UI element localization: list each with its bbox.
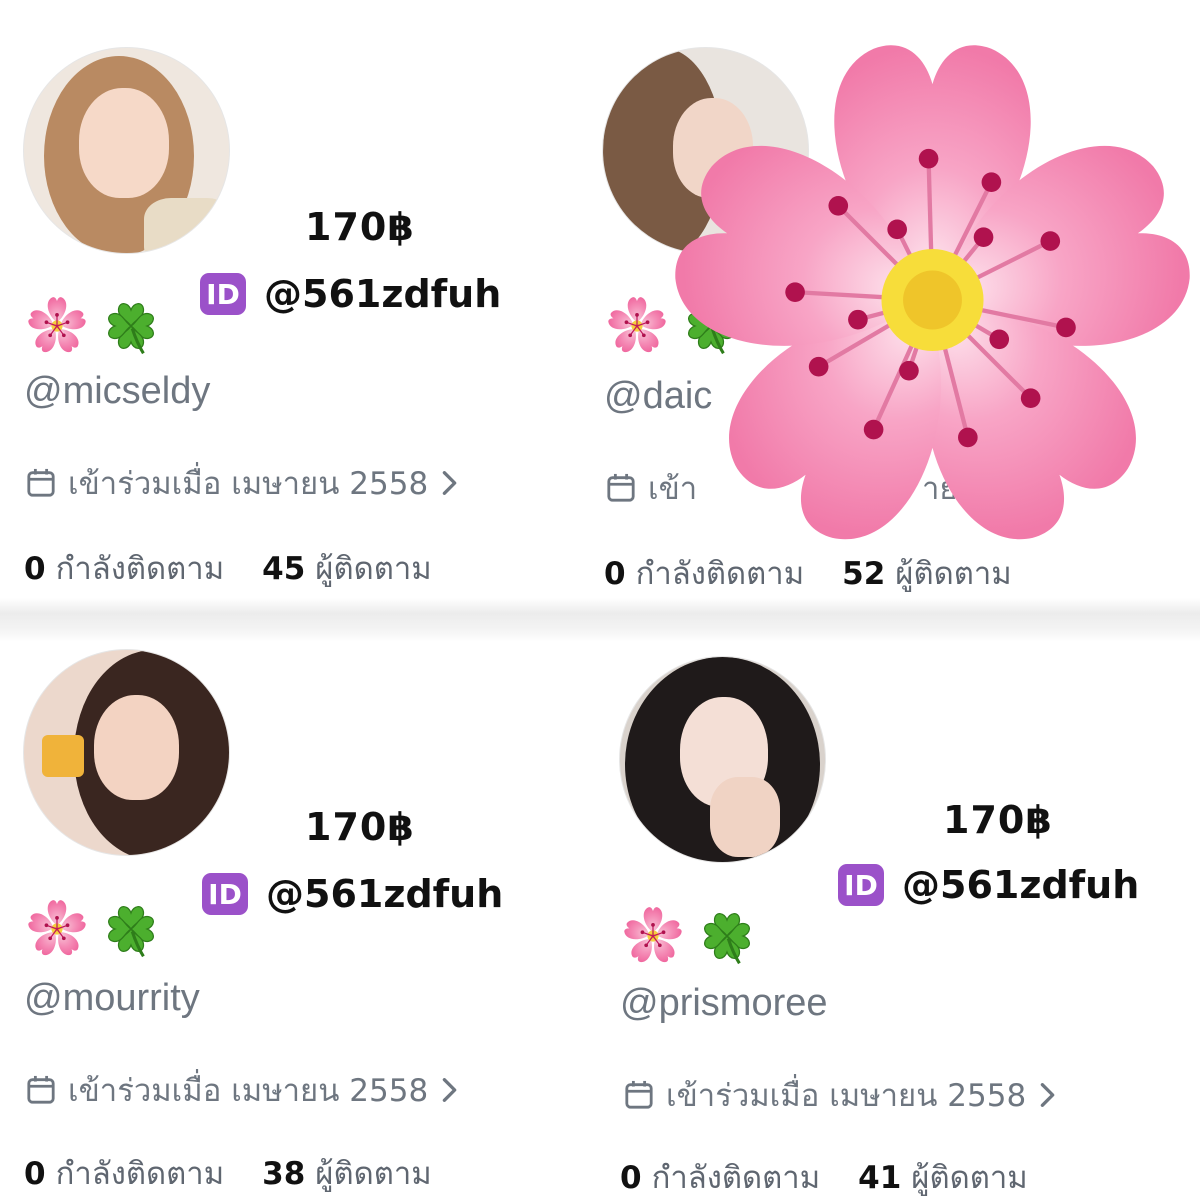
follow-stats: 0 กำลังติดตาม 45 ผู้ติดตาม	[24, 543, 432, 593]
contact-id: ID @561zdfuh	[200, 272, 501, 316]
four-leaf-clover-icon	[696, 905, 758, 967]
profile-card-mourrity[interactable]: 170฿ ID @561zdfuh @mourrity เข้าร่วมเมื่…	[0, 600, 600, 1200]
calendar-icon	[26, 467, 56, 499]
following-label[interactable]: กำลังติดตาม	[56, 1148, 225, 1198]
followers-label[interactable]: ผู้ติดตาม	[315, 1148, 431, 1198]
emoji-row	[622, 905, 758, 967]
following-count[interactable]: 0	[24, 551, 46, 587]
four-leaf-clover-icon	[100, 295, 162, 357]
chevron-right-icon	[440, 1075, 460, 1105]
cherry-blossom-icon	[26, 295, 88, 357]
followers-count[interactable]: 41	[858, 1160, 901, 1196]
following-count[interactable]: 0	[24, 1156, 46, 1192]
followers-label[interactable]: ผู้ติดตาม	[315, 543, 431, 593]
calendar-icon	[26, 1074, 56, 1106]
large-cherry-blossom-icon	[675, 45, 1190, 540]
id-icon: ID	[838, 864, 884, 906]
following-count[interactable]: 0	[604, 556, 626, 592]
chevron-right-icon	[440, 468, 460, 498]
price-label: 170฿	[305, 805, 415, 849]
contact-id-handle: @561zdfuh	[902, 863, 1140, 907]
calendar-icon	[624, 1079, 654, 1111]
four-leaf-clover-icon	[100, 898, 162, 960]
joined-date[interactable]: เข้าร่วมเมื่อ เมษายน 2558	[26, 1065, 460, 1115]
contact-id: ID @561zdfuh	[838, 863, 1139, 907]
joined-text: เข้าร่วมเมื่อ เมษายน 2558	[68, 1073, 429, 1109]
follow-stats: 0 กำลังติดตาม 41 ผู้ติดตาม	[620, 1152, 1028, 1202]
following-label[interactable]: กำลังติดตาม	[652, 1152, 821, 1202]
price-label: 170฿	[305, 205, 415, 249]
contact-id-handle: @561zdfuh	[264, 272, 502, 316]
id-icon: ID	[200, 273, 246, 315]
username-handle[interactable]: @prismoree	[620, 982, 828, 1025]
avatar[interactable]	[620, 657, 825, 862]
username-handle[interactable]: @micseldy	[24, 370, 210, 413]
following-label[interactable]: กำลังติดตาม	[56, 543, 225, 593]
following-count[interactable]: 0	[620, 1160, 642, 1196]
joined-text: เข้าร่วมเมื่อ เมษายน 2558	[68, 466, 429, 502]
follow-stats: 0 กำลังติดตาม 38 ผู้ติดตาม	[24, 1148, 432, 1198]
price-label: 170฿	[943, 798, 1053, 842]
joined-text: เข้าร่วมเมื่อ เมษายน 2558	[666, 1078, 1027, 1114]
cherry-blossom-icon	[606, 295, 668, 357]
cherry-blossom-icon	[622, 905, 684, 967]
cherry-blossom-icon	[26, 898, 88, 960]
followers-count[interactable]: 38	[262, 1156, 305, 1192]
contact-id: ID @561zdfuh	[202, 872, 503, 916]
emoji-row	[26, 898, 162, 960]
avatar[interactable]	[24, 650, 229, 855]
chevron-right-icon	[1038, 1080, 1058, 1110]
joined-date[interactable]: เข้าร่วมเมื่อ เมษายน 2558	[624, 1070, 1058, 1120]
profile-card-prismoree[interactable]: 170฿ ID @561zdfuh @prismoree เข้าร่วมเมื…	[600, 600, 1200, 1200]
joined-date[interactable]: เข้าร่วมเมื่อ เมษายน 2558	[26, 458, 460, 508]
username-handle[interactable]: @mourrity	[24, 977, 200, 1020]
profile-card-micseldy[interactable]: 170฿ ID @561zdfuh @micseldy เข้าร่วมเมื่…	[0, 0, 600, 600]
emoji-row	[26, 295, 162, 357]
calendar-icon	[606, 472, 636, 504]
followers-label[interactable]: ผู้ติดตาม	[911, 1152, 1027, 1202]
contact-id-handle: @561zdfuh	[266, 872, 504, 916]
followers-count[interactable]: 45	[262, 551, 305, 587]
avatar[interactable]	[24, 48, 229, 253]
id-icon: ID	[202, 873, 248, 915]
